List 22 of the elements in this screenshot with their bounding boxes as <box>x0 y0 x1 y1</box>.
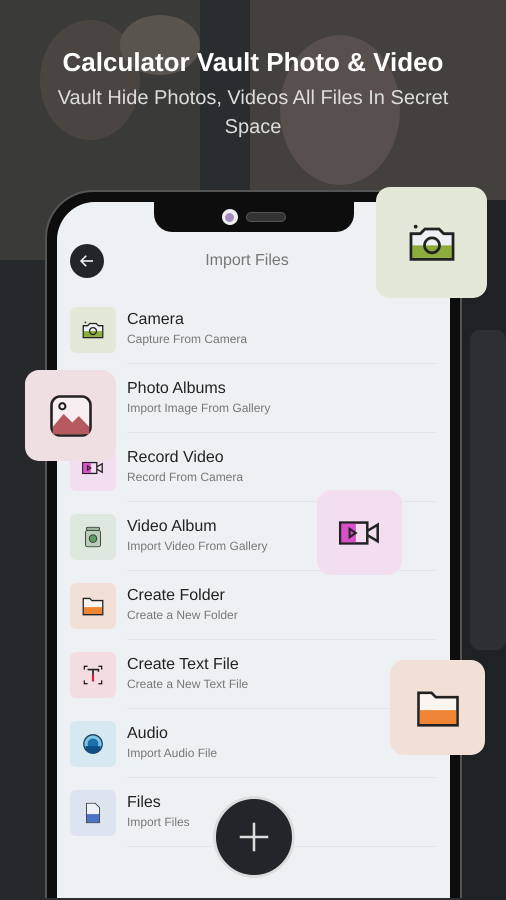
item-title[interactable]: Record Video <box>127 448 224 468</box>
item-title[interactable]: Create Text File <box>127 655 239 675</box>
item-subtitle: Capture From Camera <box>127 331 248 348</box>
item-subtitle: Import Files <box>127 814 190 831</box>
item-subtitle: Create a New Folder <box>127 607 238 624</box>
item-subtitle: Import Image From Gallery <box>127 400 270 417</box>
speaker-grille <box>246 212 286 222</box>
item-title[interactable]: Files <box>127 793 161 813</box>
item-title[interactable]: Video Album <box>127 517 217 537</box>
item-title[interactable]: Audio <box>127 724 168 744</box>
item-title[interactable]: Photo Albums <box>127 379 226 399</box>
item-title[interactable]: Camera <box>127 310 184 330</box>
item-subtitle: Import Video From Gallery <box>127 538 268 555</box>
item-title[interactable]: Create Folder <box>127 586 225 606</box>
subheadline: Vault Hide Photos, Videos All Files In Secret Space <box>56 86 450 140</box>
item-subtitle: Import Audio File <box>127 745 218 762</box>
headline: Calculator Vault Photo & Video <box>62 46 444 78</box>
screen-title: Import Files <box>204 251 290 271</box>
back-button[interactable] <box>70 244 104 278</box>
camera-lens <box>222 209 238 225</box>
item-subtitle: Create a New Text File <box>127 676 248 693</box>
item-subtitle: Record From Camera <box>127 469 244 486</box>
